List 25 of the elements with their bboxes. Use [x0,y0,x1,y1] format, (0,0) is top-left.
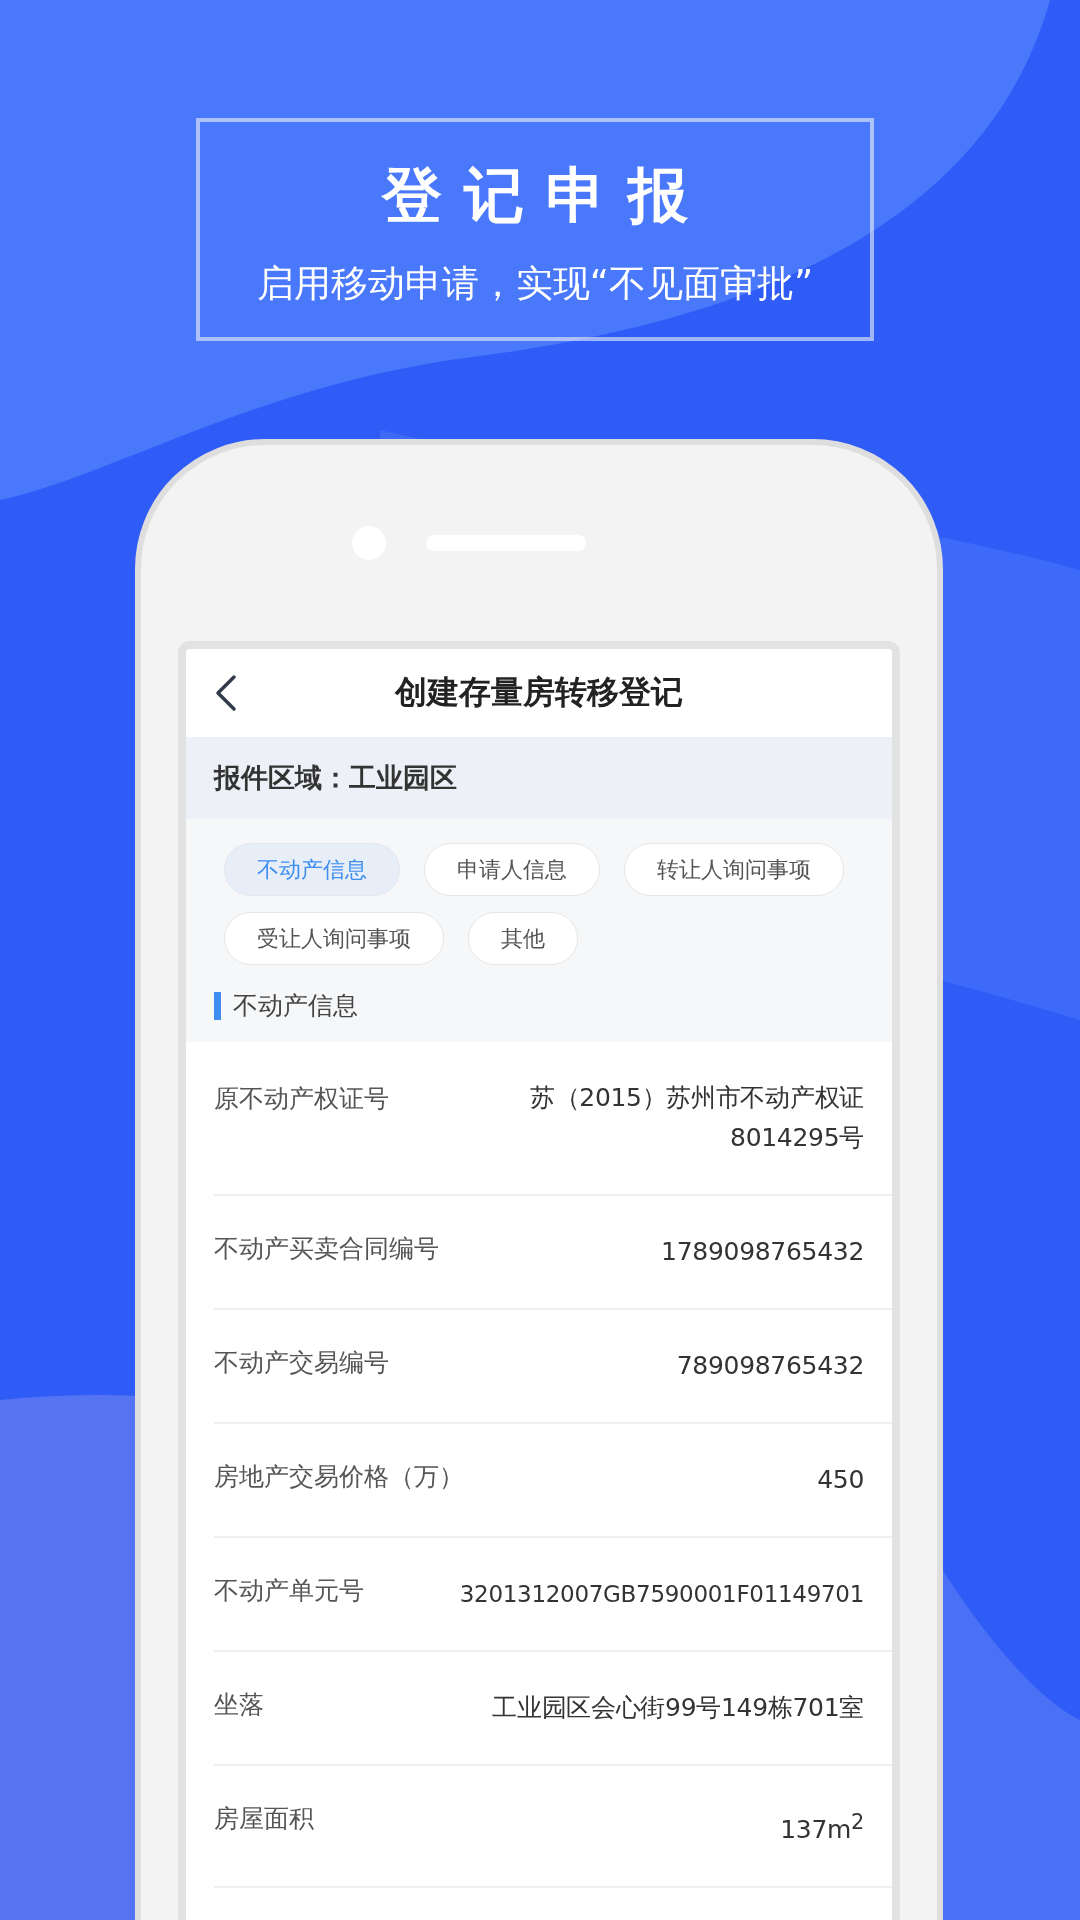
field-label: 不动产交易编号 [214,1347,389,1379]
field-value: 苏（2015）苏州市不动产权证8014295号 [528,1082,864,1154]
field-value: 137m$^{2}$ [780,1809,864,1847]
banner-title: 登记申报 [382,159,710,232]
field-label: 不动产单元号 [214,1575,364,1607]
category-tab[interactable]: 其他 [468,912,578,965]
region-label: 报件区域：工业园区 [214,761,457,795]
field-label: 原不动产权证号 [214,1083,389,1115]
page-title: 创建存量房转移登记 [393,672,684,713]
field-value: 1789098765432 [661,1236,864,1268]
field-label: 房屋面积 [214,1803,314,1835]
banner-subtitle: 启用移动申请，实现“不见面审批” [256,261,814,307]
field-value: 789098765432 [676,1350,864,1382]
field-value: 工业园区会心街99号149栋701室 [492,1692,864,1724]
section-title: 不动产信息 [233,990,358,1022]
category-tab[interactable]: 申请人信息 [424,843,600,896]
field-label: 不动产买卖合同编号 [214,1233,439,1265]
field-label: 坐落 [214,1689,264,1721]
category-tab[interactable]: 转让人询问事项 [624,843,844,896]
field-value: 450 [817,1464,864,1496]
section-marker [214,991,221,1020]
field-label: 房地产交易价格（万） [214,1461,464,1493]
field-value: 3201312007GB7590001F01149701 [459,1580,864,1609]
back-icon[interactable] [214,673,238,713]
category-tab[interactable]: 受让人询问事项 [224,912,444,965]
